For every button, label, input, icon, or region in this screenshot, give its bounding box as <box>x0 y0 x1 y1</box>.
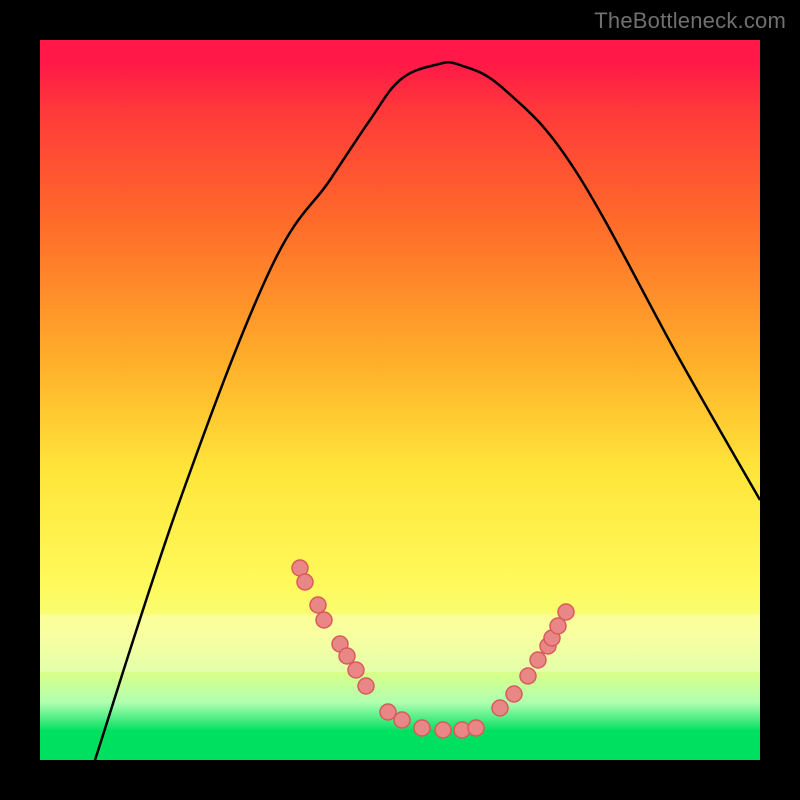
bottleneck-curve <box>95 62 760 760</box>
data-marker <box>310 597 326 613</box>
data-marker <box>520 668 536 684</box>
data-marker <box>492 700 508 716</box>
data-marker <box>468 720 484 736</box>
data-marker <box>414 720 430 736</box>
markers-left-cluster <box>292 560 374 694</box>
data-marker <box>348 662 364 678</box>
markers-right-cluster <box>492 604 574 716</box>
data-marker <box>297 574 313 590</box>
plot-area <box>40 40 760 760</box>
watermark-text: TheBottleneck.com <box>594 8 786 34</box>
curve-layer <box>40 40 760 760</box>
chart-frame: TheBottleneck.com <box>0 0 800 800</box>
data-marker <box>358 678 374 694</box>
data-marker <box>558 604 574 620</box>
data-marker <box>530 652 546 668</box>
data-marker <box>506 686 522 702</box>
markers-bottom-cluster <box>380 704 484 738</box>
data-marker <box>394 712 410 728</box>
data-marker <box>316 612 332 628</box>
data-marker <box>339 648 355 664</box>
data-marker <box>435 722 451 738</box>
